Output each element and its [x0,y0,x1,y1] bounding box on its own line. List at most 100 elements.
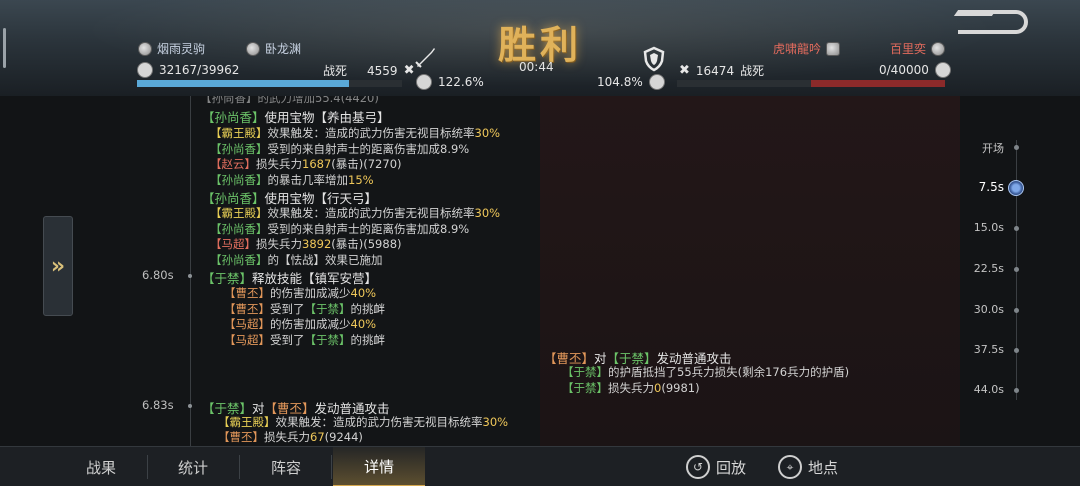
timeline-dot[interactable] [1014,267,1019,272]
sub-text: 的暴击几率增加 [267,173,349,187]
sub-text: 损失兵力 [256,157,302,171]
battle-log[interactable]: 【孙尚香】的武力增加55.4(4420) 【孙尚香】使用宝物【养由基弓】 【霸王… [120,96,960,446]
sub-text: 效果触发：造成的武力伤害无视目标统率 [267,206,475,220]
timeline-dot[interactable] [1014,145,1019,150]
timeline-item-30s[interactable]: 30.0s [944,303,1004,316]
sub-text: 受到的来自射声士的距离伤害加成8.9% [267,142,470,156]
left-dead-value: 4559 [367,63,398,78]
timeline-dot[interactable] [1014,226,1019,231]
right-dead-label: 战死 [740,64,765,78]
actor-name: 【孙尚香】 [210,222,268,236]
log-sub: 【曹丕】损失兵力67(9244) [218,429,363,445]
expand-panel-button[interactable]: » [43,216,73,316]
tab-results[interactable]: 战果 [57,447,145,486]
log-sub: 【孙尚香】受到的来自射声士的距离伤害加成8.9% [210,141,469,157]
log-sub: 【曹丕】的伤害加成减少40% [224,285,376,301]
tab-statistics[interactable]: 统计 [149,447,237,486]
troops-icon [934,62,951,78]
sub-num: 30% [482,415,509,429]
sub-text: 受到了 [270,302,305,316]
sub-num: 67 [310,430,325,444]
actor-name: 【于禁】 [304,302,351,316]
timeline-item-44s[interactable]: 44.0s [944,383,1004,396]
log-sub: 【孙尚香】的暴击几率增加15% [210,172,374,188]
sub-text: 效果触发：造成的武力伤害无视目标统率 [267,126,475,140]
right-power: 104.8% [597,74,665,90]
actor-name: 【霸王殿】 [210,206,268,220]
log-cut-text: 【孙尚香】的武力增加55.4(4420) [200,96,379,105]
right-troop-bar-fill [811,80,945,87]
log-sub: 【孙尚香】受到的来自射声士的距离伤害加成8.9% [210,221,469,237]
player-badge-icon [138,41,152,56]
left-troop-bar [137,80,402,87]
actor-name: 【于禁】 [562,365,608,379]
log-sub: 【马超】损失兵力3892(暴击)(5988) [210,236,402,252]
actor-name: 【于禁】 [562,381,608,395]
action-text: 使用宝物【行天弓】 [264,191,378,206]
timeline-item-37-5s[interactable]: 37.5s [944,343,1004,356]
sub-text: 的挑衅 [350,333,386,347]
tab-details[interactable]: 详情 [333,447,425,486]
shield-icon [643,46,665,72]
log-entry: 【孙尚香】使用宝物【养由基弓】 [202,107,390,126]
action-text: 释放技能【镇军安营】 [252,271,378,286]
right-player-1: 虎啸龍吟 [773,40,841,57]
left-player-1-name: 烟雨灵驹 [157,42,206,56]
sub-text: 损失兵力 [256,237,302,251]
log-sub: 【马超】的伤害加成减少40% [224,316,376,332]
sword-icon [415,48,435,68]
log-sub: 【孙尚香】的【怯战】效果已施加 [210,252,383,268]
timeline-item-start[interactable]: 开场 [944,140,1004,156]
actor-name: 【曹丕】 [218,430,264,444]
left-dead: 战死 4559 ✖ [323,62,414,79]
left-player-2: 卧龙渊 [246,40,301,57]
actor-name: 【于禁】 [304,333,351,347]
replay-button[interactable]: ↺ 回放 [686,447,746,486]
log-sub: 【霸王殿】效果触发：造成的武力伤害无视目标统率30% [210,125,500,141]
log-time: 6.80s [142,268,174,282]
actor-name: 【马超】 [224,333,270,347]
timeline-dot[interactable] [1014,308,1019,313]
actor-name: 【霸王殿】 [218,415,276,429]
log-sub: 【赵云】损失兵力1687(暴击)(7270) [210,156,402,172]
player-badge-icon [246,41,260,56]
log-timeline-line [190,96,191,446]
back-button[interactable] [958,10,1028,34]
left-troops-value: 32167/39962 [159,63,240,77]
actor-name: 【曹丕】 [224,302,270,316]
timeline-current-marker[interactable] [1008,180,1024,196]
timeline-item-22-5s[interactable]: 22.5s [944,262,1004,275]
sub-text: 的伤害加成减少 [270,286,351,300]
sub-text: 的【怯战】效果已施加 [267,253,383,267]
right-dead: ✖ 16474 战死 [679,62,764,79]
actor-name: 【孙尚香】 [210,253,268,267]
actor-name: 【孙尚香】 [210,173,268,187]
actor-name: 【马超】 [224,317,270,331]
sub-text: 受到了 [270,333,305,347]
timeline-dot[interactable] [1014,388,1019,393]
victory-title: 胜利 [497,22,582,67]
edge-handle[interactable] [3,28,6,68]
left-power: 122.6% [416,74,484,90]
actor-name: 【孙尚香】 [210,142,268,156]
sub-tail: (暴击)(5988) [331,237,402,251]
log-time-dot [188,404,192,408]
tab-lineup[interactable]: 阵容 [241,447,331,486]
location-label: 地点 [808,458,839,477]
tab-divider [147,455,148,479]
sub-text: 损失兵力 [608,381,654,395]
troops-icon [137,62,153,78]
location-button[interactable]: ⌖ 地点 [778,447,838,486]
sub-num: 30% [474,126,501,140]
right-player-2-name: 百里奕 [890,42,927,56]
battle-timer: 00:44 [519,60,554,74]
actor-name: 【马超】 [210,237,256,251]
timeline-dot[interactable] [1014,348,1019,353]
left-percent: 122.6% [438,75,484,89]
sub-tail: (9244) [324,430,363,444]
timeline-item-15s[interactable]: 15.0s [944,221,1004,234]
log-sub: 【于禁】损失兵力0(9981) [562,380,700,396]
timeline-item-7-5s[interactable]: 7.5s [944,180,1004,194]
location-pin-icon: ⌖ [778,455,802,479]
sub-num: 30% [474,206,501,220]
